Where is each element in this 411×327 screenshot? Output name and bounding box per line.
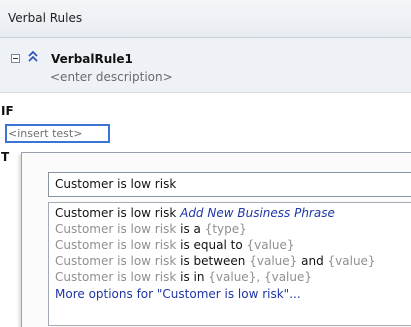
- if-label: IF: [1, 104, 14, 118]
- suggestion-argument: {type}: [204, 222, 247, 236]
- suggestion-between[interactable]: Customer is low risk is between {value} …: [55, 254, 376, 268]
- rule-name[interactable]: VerbalRule1: [51, 52, 133, 66]
- suggestion-argument: {value}: [246, 238, 295, 252]
- suggestion-is-in[interactable]: Customer is low risk is in {value}, {val…: [55, 270, 312, 284]
- suggestion-argument: {value}: [327, 254, 376, 268]
- add-business-phrase-link[interactable]: Add New Business Phrase: [180, 206, 335, 220]
- suggestion-subject: Customer is low risk: [55, 222, 177, 236]
- then-label: T: [1, 150, 10, 164]
- suggestion-add-phrase[interactable]: Customer is low risk Add New Business Ph…: [55, 206, 335, 220]
- suggestion-equal-to[interactable]: Customer is low risk is equal to {value}: [55, 238, 295, 252]
- suggestion-argument: {value}, {value}: [208, 270, 313, 284]
- phrase-input[interactable]: Customer is low risk: [48, 172, 411, 197]
- suggestion-conjunction: and: [301, 254, 324, 268]
- suggestion-subject: Customer is low risk: [55, 238, 177, 252]
- suggestion-operator: is in: [180, 270, 205, 284]
- suggestion-subject: Customer is low risk: [55, 270, 177, 284]
- suggestion-subject: Customer is low risk: [55, 206, 177, 220]
- rule-description-placeholder[interactable]: <enter description>: [50, 70, 173, 84]
- suggestion-operator: is equal to: [180, 238, 243, 252]
- insert-test-link[interactable]: <insert test>: [5, 124, 110, 143]
- panel-title: Verbal Rules: [8, 11, 83, 25]
- suggestion-argument: {value}: [249, 254, 298, 268]
- suggestion-operator: is a: [180, 222, 201, 236]
- more-options-link[interactable]: More options for "Customer is low risk".…: [55, 287, 301, 301]
- double-chevron-up-icon[interactable]: [27, 50, 39, 62]
- suggestion-is-a[interactable]: Customer is low risk is a {type}: [55, 222, 247, 236]
- suggestion-subject: Customer is low risk: [55, 254, 177, 268]
- suggestion-operator: is between: [180, 254, 246, 268]
- collapse-icon[interactable]: [11, 54, 20, 63]
